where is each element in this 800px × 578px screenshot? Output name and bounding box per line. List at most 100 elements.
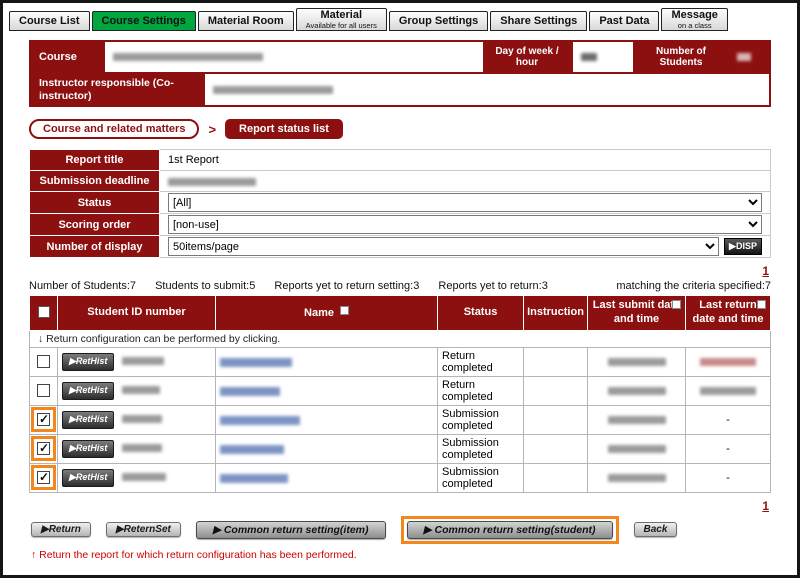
instruction-cell — [524, 463, 588, 492]
header-name: Name — [216, 296, 438, 331]
table-row: ▶RetHist Return completed — [30, 347, 771, 376]
scoring-order-select[interactable]: [non-use] — [168, 215, 762, 234]
redacted-student-id — [122, 357, 164, 365]
redacted-date — [700, 358, 756, 366]
stat-number-of-students: Number of Students:7 — [29, 280, 136, 292]
breadcrumb-report-status-list: Report status list — [225, 119, 343, 139]
back-button[interactable]: Back — [634, 522, 678, 537]
instruction-cell — [524, 405, 588, 434]
row-checkbox[interactable] — [37, 384, 50, 397]
redacted-student-id — [122, 386, 160, 394]
table-row: ▶RetHist Return completed — [30, 376, 771, 405]
common-return-setting-item-button[interactable]: ▶ Common return setting(item) — [196, 521, 386, 539]
redacted-deadline — [168, 178, 256, 186]
tab-label: Share Settings — [500, 15, 577, 27]
return-footnote: ↑ Return the report for which return con… — [31, 549, 771, 561]
row-checkbox[interactable] — [37, 413, 50, 426]
student-name-link[interactable] — [220, 385, 280, 397]
tab-past-data[interactable]: Past Data — [589, 11, 659, 32]
page-link-1[interactable]: 1 — [762, 499, 769, 513]
breadcrumb-course-related-matters[interactable]: Course and related matters — [29, 119, 199, 139]
select-all-checkbox[interactable] — [38, 306, 50, 318]
name-sort-toggle[interactable] — [340, 306, 349, 315]
tab-label: Course Settings — [102, 15, 186, 27]
table-row: ▶RetHist Submission completed - — [30, 434, 771, 463]
last-submit-cell — [588, 405, 686, 434]
course-label: Course — [31, 42, 105, 72]
tab-group-settings[interactable]: Group Settings — [389, 11, 488, 32]
pagination-bottom: 1 — [31, 499, 769, 513]
tab-material[interactable]: MaterialAvailable for all users — [296, 8, 387, 31]
instruction-cell — [524, 347, 588, 376]
return-config-hint: ↓ Return configuration can be performed … — [30, 330, 771, 347]
tab-course-list[interactable]: Course List — [9, 11, 90, 32]
stats-matching-criteria: matching the criteria specified:7 — [616, 280, 771, 292]
redacted-instructor-value — [213, 86, 333, 94]
last-submit-cell — [588, 434, 686, 463]
redacted-date — [700, 387, 756, 395]
rethist-button[interactable]: ▶RetHist — [62, 382, 114, 400]
last-return-cell: - — [686, 463, 771, 492]
pagination-top: 1 — [31, 264, 769, 278]
tab-material-room[interactable]: Material Room — [198, 11, 294, 32]
redacted-student-id — [122, 473, 166, 481]
status-cell: Return completed — [438, 376, 524, 405]
tab-message[interactable]: Messageon a class — [661, 8, 727, 31]
stats-left: Number of Students:7 Students to submit:… — [29, 280, 564, 292]
instruction-cell — [524, 434, 588, 463]
header-checkbox-cell — [30, 296, 58, 331]
last-return-sort-toggle[interactable] — [757, 300, 766, 309]
redacted-students-value — [737, 53, 751, 61]
disp-button[interactable]: ▶DISP — [724, 238, 762, 255]
redacted-date — [608, 387, 666, 395]
rethist-button[interactable]: ▶RetHist — [62, 411, 114, 429]
day-of-week-value — [571, 42, 633, 72]
stats-row: Number of Students:7 Students to submit:… — [29, 280, 771, 292]
rethist-button[interactable]: ▶RetHist — [62, 353, 114, 371]
status-filter-cell: [All] — [160, 192, 771, 214]
student-name-link[interactable] — [220, 443, 284, 455]
redacted-student-id — [122, 415, 162, 423]
day-of-week-label: Day of week / hour — [483, 42, 571, 72]
retern-set-button[interactable]: ▶ReternSet — [106, 522, 181, 537]
student-name-link[interactable] — [220, 356, 292, 368]
stat-reports-yet-to-return-setting: Reports yet to return setting:3 — [274, 280, 419, 292]
table-header-row: Student ID number Name Status Instructio… — [30, 296, 771, 331]
report-title-label: Report title — [30, 150, 160, 171]
tab-label: Material Room — [208, 15, 284, 27]
course-info-table: Course Day of week / hour Number of Stud… — [29, 40, 771, 107]
stat-students-to-submit: Students to submit:5 — [155, 280, 255, 292]
tab-share-settings[interactable]: Share Settings — [490, 11, 587, 32]
return-button[interactable]: ▶Return — [31, 522, 91, 537]
student-name-link[interactable] — [220, 472, 288, 484]
tab-label: Group Settings — [399, 15, 478, 27]
highlight-box: ▶ Common return setting(student) — [401, 516, 619, 544]
page-link-1[interactable]: 1 — [762, 264, 769, 278]
page: Course List Course Settings Material Roo… — [0, 0, 800, 578]
student-report-table: Student ID number Name Status Instructio… — [29, 295, 771, 493]
scoring-order-cell: [non-use] — [160, 214, 771, 236]
redacted-date — [608, 416, 666, 424]
tab-course-settings[interactable]: Course Settings — [92, 11, 196, 32]
last-submit-sort-toggle[interactable] — [672, 300, 681, 309]
rethist-button[interactable]: ▶RetHist — [62, 469, 114, 487]
common-return-setting-student-button[interactable]: ▶ Common return setting(student) — [407, 521, 613, 539]
action-bar: ▶Return ▶ReternSet ▶ Common return setti… — [31, 516, 771, 544]
table-row: ▶RetHist Submission completed - — [30, 463, 771, 492]
breadcrumb-separator: > — [208, 122, 216, 137]
status-cell: Return completed — [438, 347, 524, 376]
number-of-students-label: Number of Students — [633, 42, 729, 72]
instructor-value — [205, 74, 769, 105]
number-of-display-select[interactable]: 50items/page — [168, 237, 719, 256]
row-checkbox[interactable] — [37, 471, 50, 484]
redacted-date — [608, 358, 666, 366]
submission-deadline-label: Submission deadline — [30, 171, 160, 192]
student-name-link[interactable] — [220, 414, 300, 426]
rethist-button[interactable]: ▶RetHist — [62, 440, 114, 458]
status-select[interactable]: [All] — [168, 193, 762, 212]
row-checkbox[interactable] — [37, 442, 50, 455]
row-checkbox[interactable] — [37, 355, 50, 368]
info-row: ↓ Return configuration can be performed … — [30, 330, 771, 347]
redacted-student-name — [220, 358, 292, 367]
number-of-display-cell: 50items/page ▶DISP — [160, 236, 771, 258]
